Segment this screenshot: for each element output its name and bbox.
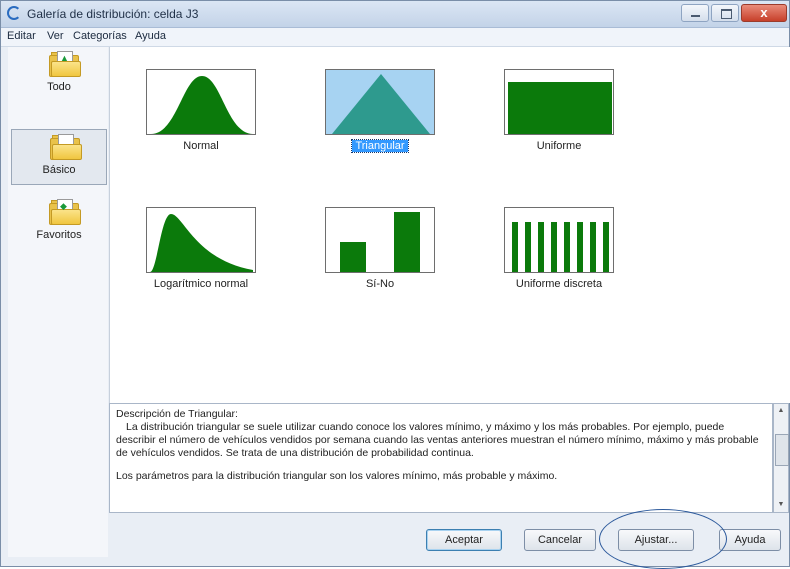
- scroll-up-icon[interactable]: ▲: [774, 404, 788, 418]
- gallery-item-si-no[interactable]: Sí-No: [305, 207, 455, 307]
- cancel-button[interactable]: Cancelar: [524, 529, 596, 551]
- distribution-gallery: Normal Triangular Uniforme Logarítmico n…: [109, 47, 790, 403]
- window-title: Galería de distribución: celda J3: [27, 7, 199, 21]
- sidebar-item-basico[interactable]: Básico: [11, 129, 107, 185]
- gallery-item-triangular[interactable]: Triangular: [305, 69, 455, 169]
- menu-ver[interactable]: Ver: [47, 30, 64, 42]
- title-bar: Galería de distribución: celda J3 x: [1, 1, 789, 28]
- gallery-item-label: Triangular: [305, 139, 455, 153]
- gallery-item-normal[interactable]: Normal: [126, 69, 276, 169]
- lognormal-distribution-icon: [146, 207, 256, 273]
- sidebar-item-todo[interactable]: ▲ Todo: [11, 47, 107, 103]
- menu-categorias[interactable]: Categorías: [73, 30, 127, 42]
- description-paragraph: La distribución triangular se suele util…: [116, 421, 759, 459]
- uniform-distribution-icon: [504, 69, 614, 135]
- description-parameters: Los parámetros para la distribución tria…: [116, 470, 558, 482]
- gallery-item-label: Uniforme discreta: [515, 278, 603, 290]
- sidebar-item-label: Básico: [42, 164, 76, 176]
- menu-editar[interactable]: Editar: [7, 30, 36, 42]
- minimize-button[interactable]: [681, 4, 709, 22]
- minimize-icon: [691, 15, 700, 17]
- menu-bar: Editar Ver Categorías Ayuda: [1, 28, 789, 47]
- yes-no-distribution-icon: [325, 207, 435, 273]
- normal-distribution-icon: [146, 69, 256, 135]
- folder-all-icon: ▲: [49, 51, 81, 77]
- distribution-gallery-window: Galería de distribución: celda J3 x Edit…: [0, 0, 790, 569]
- gallery-item-label: Uniforme: [536, 140, 582, 152]
- triangular-distribution-icon: [325, 69, 435, 135]
- gallery-item-label: Logarítmico normal: [153, 278, 249, 290]
- menu-ayuda[interactable]: Ayuda: [135, 30, 166, 42]
- gallery-item-uniforme[interactable]: Uniforme: [484, 69, 634, 169]
- folder-basic-icon: [50, 134, 82, 160]
- help-button[interactable]: Ayuda: [719, 529, 781, 551]
- gallery-item-label: Sí-No: [365, 278, 395, 290]
- sidebar-item-label: Favoritos: [36, 229, 82, 241]
- sidebar-item-favoritos[interactable]: ◆ Favoritos: [11, 195, 107, 251]
- maximize-icon: [721, 9, 732, 19]
- gallery-item-label: Normal: [183, 140, 219, 152]
- highlight-circle: [599, 509, 727, 569]
- description-panel: Descripción de Triangular: La distribuci…: [109, 403, 773, 513]
- scroll-thumb[interactable]: [775, 434, 789, 466]
- app-icon: [7, 6, 21, 20]
- scroll-down-icon[interactable]: ▼: [774, 498, 788, 512]
- description-scrollbar[interactable]: ▲ ▼: [773, 403, 789, 513]
- folder-favorites-icon: ◆: [49, 199, 81, 225]
- sidebar-item-label: Todo: [47, 81, 71, 93]
- maximize-button[interactable]: [711, 4, 739, 22]
- discrete-uniform-distribution-icon: [504, 207, 614, 273]
- close-icon: x: [760, 5, 768, 20]
- gallery-item-lognormal[interactable]: Logarítmico normal: [126, 207, 276, 307]
- description-heading: Descripción de Triangular:: [116, 408, 238, 420]
- gallery-item-uniforme-discreta[interactable]: Uniforme discreta: [484, 207, 634, 307]
- category-sidebar: ▲ Todo Básico ◆ Favoritos: [8, 47, 108, 557]
- accept-button[interactable]: Aceptar: [426, 529, 502, 551]
- close-button[interactable]: x: [741, 4, 787, 22]
